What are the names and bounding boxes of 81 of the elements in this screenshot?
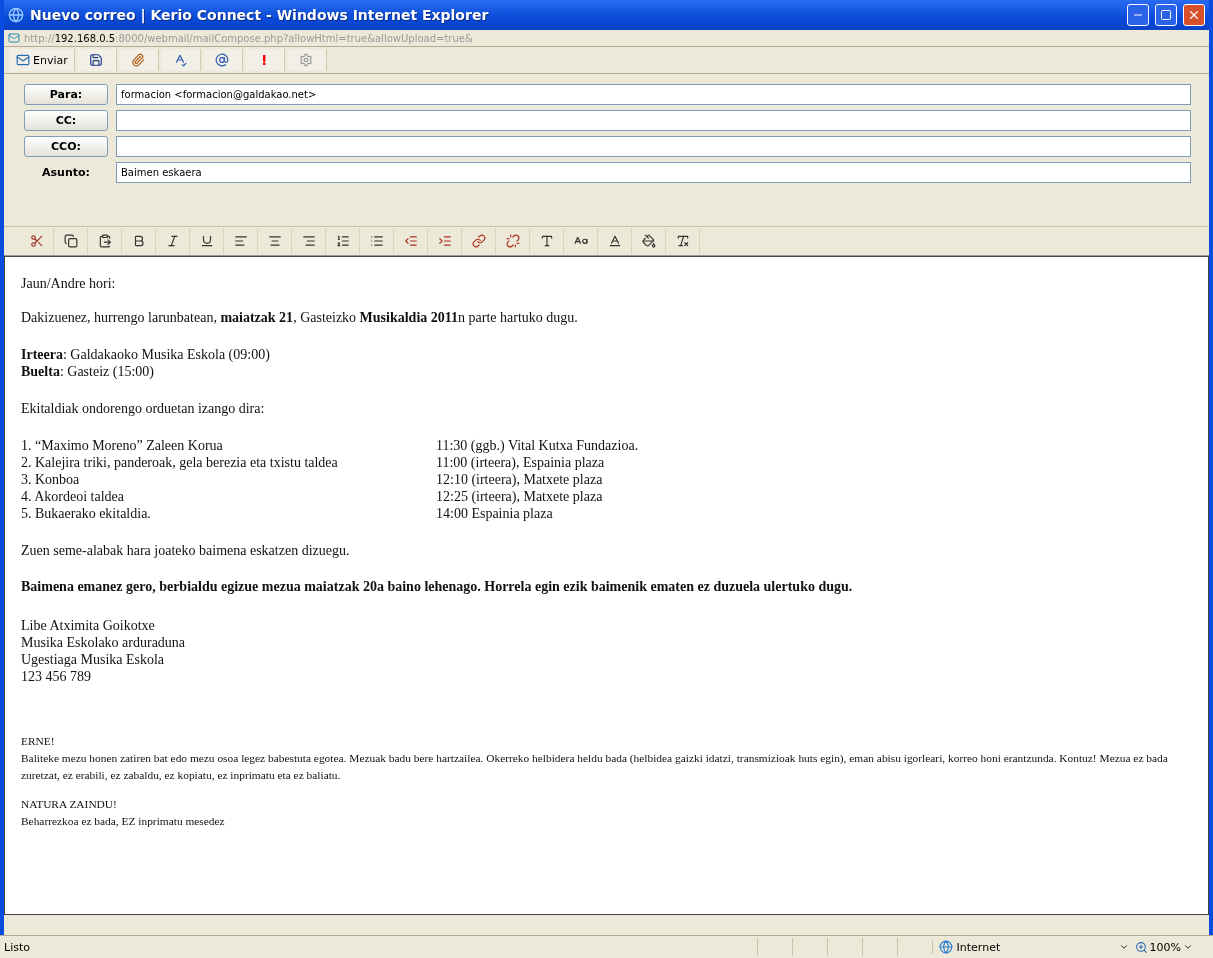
- events-intro-text: Ekitaldiak ondorengo orduetan izango dira:: [21, 400, 266, 417]
- envelope-icon: [16, 53, 30, 67]
- message-body[interactable]: [4, 256, 1209, 915]
- zone-text: Internet: [956, 940, 1001, 954]
- disclaimer-text: Baliteke mezu honen zatiren bat edo mezu osoa legez babestuta egotea. Mezuak badu bere hartzailea. Okerreko helbidera heldu bada (helbidea gaizki idatzi, transmizioak huts egin), eman abisu igorleari, korreo honi erantzunda. Kontuz! Mezua ez bada zuretzat, ez erabili, ez zabaldu, ez kopiatu, ez inprimatu eta ez baliatu.: [21, 751, 1169, 783]
- underline-icon: [199, 234, 214, 248]
- input-field[interactable]: [116, 110, 1191, 131]
- paperclip-button[interactable]: [118, 49, 159, 71]
- event-name: 3. Konboa: [21, 471, 81, 488]
- text-color-icon: [607, 234, 622, 248]
- event-name: 2. Kalejira triki, panderoak, gela berezia eta txistu taldea: [21, 454, 339, 471]
- recipient-button[interactable]: CC:: [24, 110, 108, 131]
- event-name: 1. “Maximo Moreno” Zaleen Korua: [21, 437, 224, 454]
- notice-text: Baimena emanez gero, berbialdu egizue mezua maiatzak 20a baino lehenago. Horrela egin ezik baimenik ematen ez duzuela ulertuko dugu.: [21, 578, 854, 595]
- scissors-icon: [29, 234, 44, 248]
- bullet-list-icon: [369, 234, 384, 248]
- event-name: 4. Akordeoi taldea: [21, 488, 126, 505]
- unlink-icon: [505, 234, 520, 248]
- remove-format-icon: [675, 234, 690, 248]
- at-sign-icon: [215, 53, 230, 67]
- font-icon: [539, 234, 554, 248]
- recipient-button[interactable]: CCO:: [24, 136, 108, 157]
- numbered-list-icon: [335, 234, 350, 248]
- send-button[interactable]: Enviar: [10, 49, 75, 71]
- input-field[interactable]: formacion <formacion@galdakao.net>: [116, 84, 1191, 105]
- close-button[interactable]: [1183, 4, 1205, 26]
- paste-icon: [97, 234, 112, 248]
- priority-button[interactable]: !: [244, 49, 285, 71]
- status-text: Listo: [3, 940, 31, 954]
- page-icon: [8, 32, 20, 44]
- disclaimer-text: Beharrezkoa ez bada, EZ inprimatu mesedez: [21, 814, 226, 829]
- caret-icon: [1118, 942, 1129, 952]
- field-label: Asunto:: [41, 166, 91, 179]
- italic-icon: [165, 234, 180, 248]
- greeting-text: Jaun/Andre hori:: [21, 275, 117, 292]
- gear-button[interactable]: [286, 49, 327, 71]
- request-text: Zuen seme-alabak hara joateko baimena eskatzen dizuegu.: [21, 542, 351, 559]
- caret-icon: [1183, 942, 1193, 952]
- indent-icon: [437, 234, 452, 248]
- paperclip-icon: [131, 53, 146, 67]
- trip-line: Irteera: Galdakaoko Musika Eskola (09:00): [21, 346, 271, 363]
- signature-line: Musika Eskolako arduraduna: [21, 634, 187, 651]
- signature-line: 123 456 789: [21, 668, 92, 685]
- link-icon: [471, 234, 486, 248]
- event-time: 12:10 (irteera), Matxete plaza: [436, 471, 604, 488]
- browser-icon: [8, 7, 24, 23]
- event-name: 5. Bukaerako ekitaldia.: [21, 505, 152, 522]
- input-field[interactable]: [116, 136, 1191, 157]
- globe-icon: [938, 940, 953, 954]
- signature-line: Libe Atximita Goikotxe: [21, 617, 156, 634]
- align-right-icon: [301, 234, 316, 248]
- at-sign-button[interactable]: [202, 49, 243, 71]
- zoom-icon: [1134, 940, 1148, 954]
- window-title: Nuevo correo | Kerio Connect - Windows Internet Explorer: [30, 7, 490, 23]
- align-center-icon: [267, 234, 282, 248]
- signature-line: Ugestiaga Musika Eskola: [21, 651, 166, 668]
- outdent-icon: [403, 234, 418, 248]
- gear-icon: [299, 53, 314, 67]
- event-time: 11:00 (irteera), Espainia plaza: [436, 454, 606, 471]
- event-time: 14:00 Espainia plaza: [436, 505, 554, 522]
- trip-line: Buelta: Gasteiz (15:00): [21, 363, 155, 380]
- save-icon: [89, 53, 104, 67]
- copy-icon: [63, 234, 78, 248]
- disclaimer-title: NATURA ZAINDU!: [21, 797, 118, 812]
- maximize-icon: [1160, 9, 1172, 21]
- maximize-button[interactable]: [1155, 4, 1177, 26]
- spellcheck-icon: [173, 53, 188, 67]
- event-time: 11:30 (ggb.) Vital Kutxa Fundazioa.: [436, 437, 640, 454]
- event-time: 12:25 (irteera), Matxete plaza: [436, 488, 604, 505]
- input-field[interactable]: Baimen eskaera: [116, 162, 1191, 183]
- paint-bucket-icon: [641, 234, 656, 248]
- spellcheck-button[interactable]: [160, 49, 201, 71]
- address-url: http://192.168.0.5:8000/webmail/mailCompose.php?allowHtml=true&allowUpload=true&: [24, 32, 473, 44]
- align-left-icon: [233, 234, 248, 248]
- close-icon: [1187, 8, 1201, 22]
- zoom-button[interactable]: 100%: [1128, 940, 1213, 954]
- recipient-button[interactable]: Para:: [24, 84, 108, 105]
- minimize-button[interactable]: [1127, 4, 1149, 26]
- disclaimer-title: ERNE!: [21, 734, 56, 749]
- intro-text: Dakizuenez, hurrengo larunbatean, maiatzak 21, Gasteizko Musikaldia 2011n parte hartuko dugu.: [21, 309, 579, 326]
- save-button[interactable]: [76, 49, 117, 71]
